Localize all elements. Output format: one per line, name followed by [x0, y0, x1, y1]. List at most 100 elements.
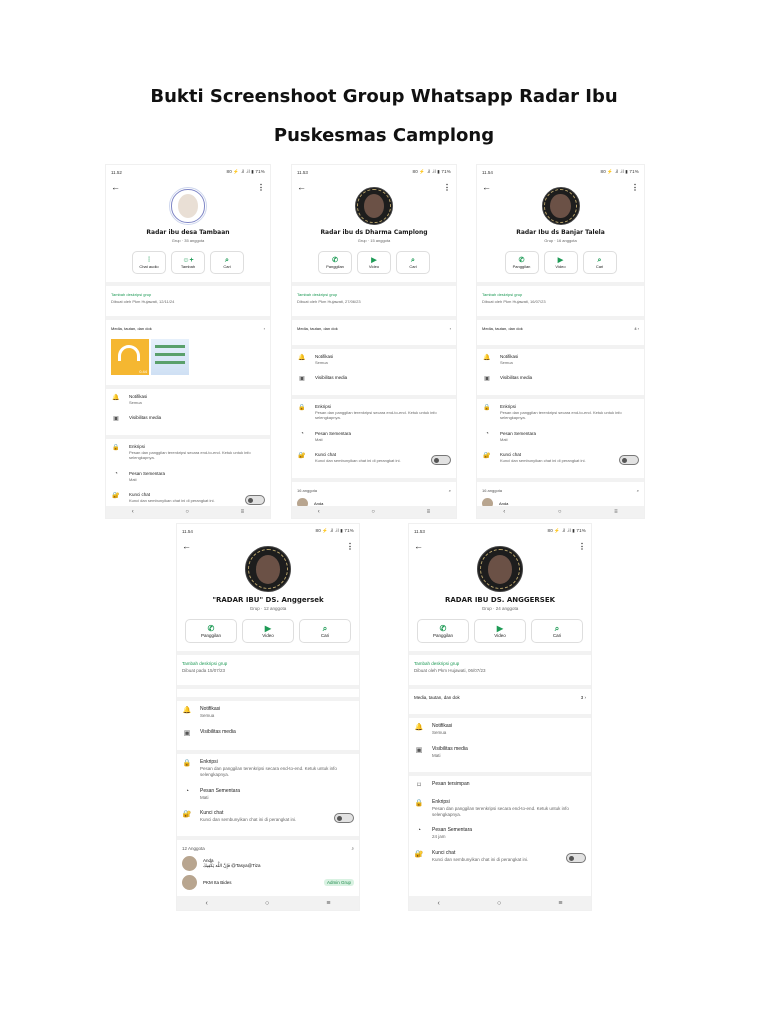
chat-lock-toggle[interactable]: [431, 454, 451, 465]
nav-home-icon[interactable]: ○: [497, 900, 501, 907]
chat-lock-toggle[interactable]: [566, 853, 586, 864]
audio-call-button[interactable]: ⫶ Chat audio: [132, 251, 166, 274]
setting-row[interactable]: 🔐 Kunci chat Kunci dan sembunyikan chat in…: [409, 845, 591, 868]
back-arrow-icon[interactable]: ←: [482, 182, 491, 192]
chat-lock-toggle[interactable]: [245, 494, 265, 505]
back-arrow-icon[interactable]: ←: [297, 182, 306, 192]
more-options-icon[interactable]: ⋮: [631, 183, 639, 192]
video-button[interactable]: ▶ Video: [474, 619, 526, 643]
nav-back-icon[interactable]: ‹: [438, 900, 440, 907]
add-description-link[interactable]: Tambah deskripsi grup: [409, 655, 591, 668]
nav-back-icon[interactable]: ‹: [206, 900, 208, 907]
search-icon[interactable]: ⌕: [637, 488, 639, 493]
setting-row[interactable]: ▣ Visibilitas media: [177, 724, 359, 742]
video-button[interactable]: ▶ Video: [242, 619, 294, 643]
search-button[interactable]: ⌕ Cari: [396, 251, 430, 274]
setting-row[interactable]: ◔ Pesan Sementara Mati: [477, 426, 644, 447]
setting-row[interactable]: 🔔 Notifikasi Semua: [177, 701, 359, 724]
setting-text: Pesan Sementara 24 jam: [432, 827, 586, 840]
more-options-icon[interactable]: ⋮: [578, 542, 586, 551]
nav-back-icon[interactable]: ‹: [132, 509, 134, 515]
add-description-link[interactable]: Tambah deskripsi grup: [177, 655, 359, 668]
setting-row[interactable]: 🔒 Enkripsi Pesan dan panggilan terenkripsi…: [106, 439, 270, 465]
search-icon[interactable]: ⌕: [449, 488, 451, 493]
setting-title: Enkripsi: [200, 758, 218, 765]
setting-row[interactable]: ◔ Pesan Sementara Mati: [292, 426, 456, 447]
media-links-docs-row[interactable]: Media, tautan, dan dok 4 ›: [477, 320, 644, 337]
phone-button[interactable]: ✆ Panggilan: [504, 251, 539, 274]
setting-row[interactable]: 🔔 Notifikasi Semua: [106, 389, 270, 410]
search-button[interactable]: ⌕ Cari: [210, 251, 244, 274]
video-button[interactable]: ▶ Video: [543, 251, 578, 274]
nav-recents-icon[interactable]: ≡: [614, 509, 618, 515]
audio-thumbnail[interactable]: 0.44: [111, 339, 149, 375]
group-avatar[interactable]: [477, 546, 523, 592]
setting-row[interactable]: 🔐 Kunci chat Kunci dan sembunyikan chat in…: [292, 447, 456, 470]
setting-row[interactable]: 🔔 Notifikasi Semua: [409, 718, 591, 741]
setting-row[interactable]: ▣ Visibilitas media Mati: [409, 741, 591, 764]
back-arrow-icon[interactable]: ←: [414, 541, 423, 551]
chat-lock-toggle[interactable]: [619, 454, 639, 465]
setting-subtitle: Semua: [315, 360, 328, 365]
nav-recents-icon[interactable]: ≡: [427, 509, 431, 515]
group-avatar[interactable]: [169, 187, 207, 225]
setting-row[interactable]: ▣ Visibilitas media: [292, 370, 456, 387]
search-button[interactable]: ⌕ Cari: [582, 251, 617, 274]
system-nav-bar: ‹ ○ ≡: [477, 506, 644, 518]
member-row[interactable]: PKM Ita Bides Admin Grup: [177, 873, 359, 892]
setting-row[interactable]: ▣ Visibilitas media: [477, 370, 644, 387]
add-description-link[interactable]: Tambah deskripsi grup: [477, 286, 644, 299]
back-arrow-icon[interactable]: ←: [111, 182, 120, 192]
media-links-docs-row[interactable]: Media, tautan, dan dok ›: [106, 320, 270, 337]
setting-row[interactable]: 🔒 Enkripsi Pesan dan panggilan terenkripsi…: [477, 399, 644, 425]
nav-home-icon[interactable]: ○: [558, 509, 562, 515]
search-icon: ⌕: [225, 256, 229, 264]
nav-recents-icon[interactable]: ≡: [241, 509, 245, 515]
action-label: Panggilan: [432, 632, 454, 638]
phone-button[interactable]: ✆ Panggilan: [417, 619, 469, 643]
image-thumbnail[interactable]: [151, 339, 189, 375]
nav-back-icon[interactable]: ‹: [503, 509, 505, 515]
nav-home-icon[interactable]: ○: [371, 509, 375, 515]
setting-row[interactable]: 🔔 Notifikasi Semua: [477, 349, 644, 370]
nav-back-icon[interactable]: ‹: [318, 509, 320, 515]
nav-home-icon[interactable]: ○: [185, 509, 189, 515]
search-button[interactable]: ⌕ Cari: [531, 619, 583, 643]
search-button[interactable]: ⌕ Cari: [299, 619, 351, 643]
more-options-icon[interactable]: ⋮: [346, 542, 354, 551]
phone-button[interactable]: ✆ Panggilan: [318, 251, 352, 274]
action-label: Cari: [223, 263, 231, 269]
search-icon[interactable]: ⌕: [351, 846, 354, 851]
chat-lock-toggle[interactable]: [334, 813, 354, 824]
media-links-docs-row[interactable]: Media, tautan, dan dok 3 ›: [409, 689, 591, 706]
phone-button[interactable]: ✆ Panggilan: [185, 619, 237, 643]
add-member-button[interactable]: ☺+ Tambah: [171, 251, 205, 274]
member-row[interactable]: Anda فَإِنَّ اللَّهَ يَكْفِيكَ @Tasya@Tiz…: [177, 854, 359, 873]
more-options-icon[interactable]: ⋮: [257, 183, 265, 192]
setting-row[interactable]: ⌑ Pesan tersimpan: [409, 776, 591, 794]
setting-row[interactable]: 🔒 Enkripsi Pesan dan panggilan terenkripsi…: [177, 754, 359, 783]
setting-title: Pesan tersimpan: [432, 780, 470, 787]
nav-home-icon[interactable]: ○: [265, 900, 269, 907]
nav-recents-icon[interactable]: ≡: [326, 900, 330, 907]
setting-row[interactable]: 🔐 Kunci chat Kunci dan sembunyikan chat in…: [477, 447, 644, 470]
group-avatar[interactable]: [541, 187, 580, 225]
setting-row[interactable]: 🔒 Enkripsi Pesan dan panggilan terenkripsi…: [409, 794, 591, 823]
back-arrow-icon[interactable]: ←: [182, 541, 191, 551]
nav-recents-icon[interactable]: ≡: [558, 900, 562, 907]
setting-row[interactable]: ◔ Pesan Sementara 24 jam: [409, 822, 591, 845]
add-description-link[interactable]: Tambah deskripsi grup: [106, 286, 270, 299]
setting-row[interactable]: ◔ Pesan Sementara Mati: [177, 783, 359, 806]
add-description-link[interactable]: Tambah deskripsi grup: [292, 286, 456, 299]
setting-row[interactable]: 🔔 Notifikasi Semua: [292, 349, 456, 370]
setting-row[interactable]: 🔒 Enkripsi Pesan dan panggilan terenkripsi…: [292, 399, 456, 425]
media-links-docs-row[interactable]: Media, tautan, dan dok ›: [292, 320, 456, 337]
setting-row[interactable]: ◔ Pesan Sementara Mati: [106, 466, 270, 487]
video-button[interactable]: ▶ Video: [357, 251, 391, 274]
group-avatar[interactable]: [245, 546, 291, 592]
setting-row[interactable]: 🔐 Kunci chat Kunci dan sembunyikan chat in…: [177, 805, 359, 828]
setting-title: Pesan Sementara: [432, 827, 473, 834]
setting-row[interactable]: ▣ Visibilitas media: [106, 410, 270, 427]
group-avatar[interactable]: [355, 187, 393, 225]
more-options-icon[interactable]: ⋮: [443, 183, 451, 192]
